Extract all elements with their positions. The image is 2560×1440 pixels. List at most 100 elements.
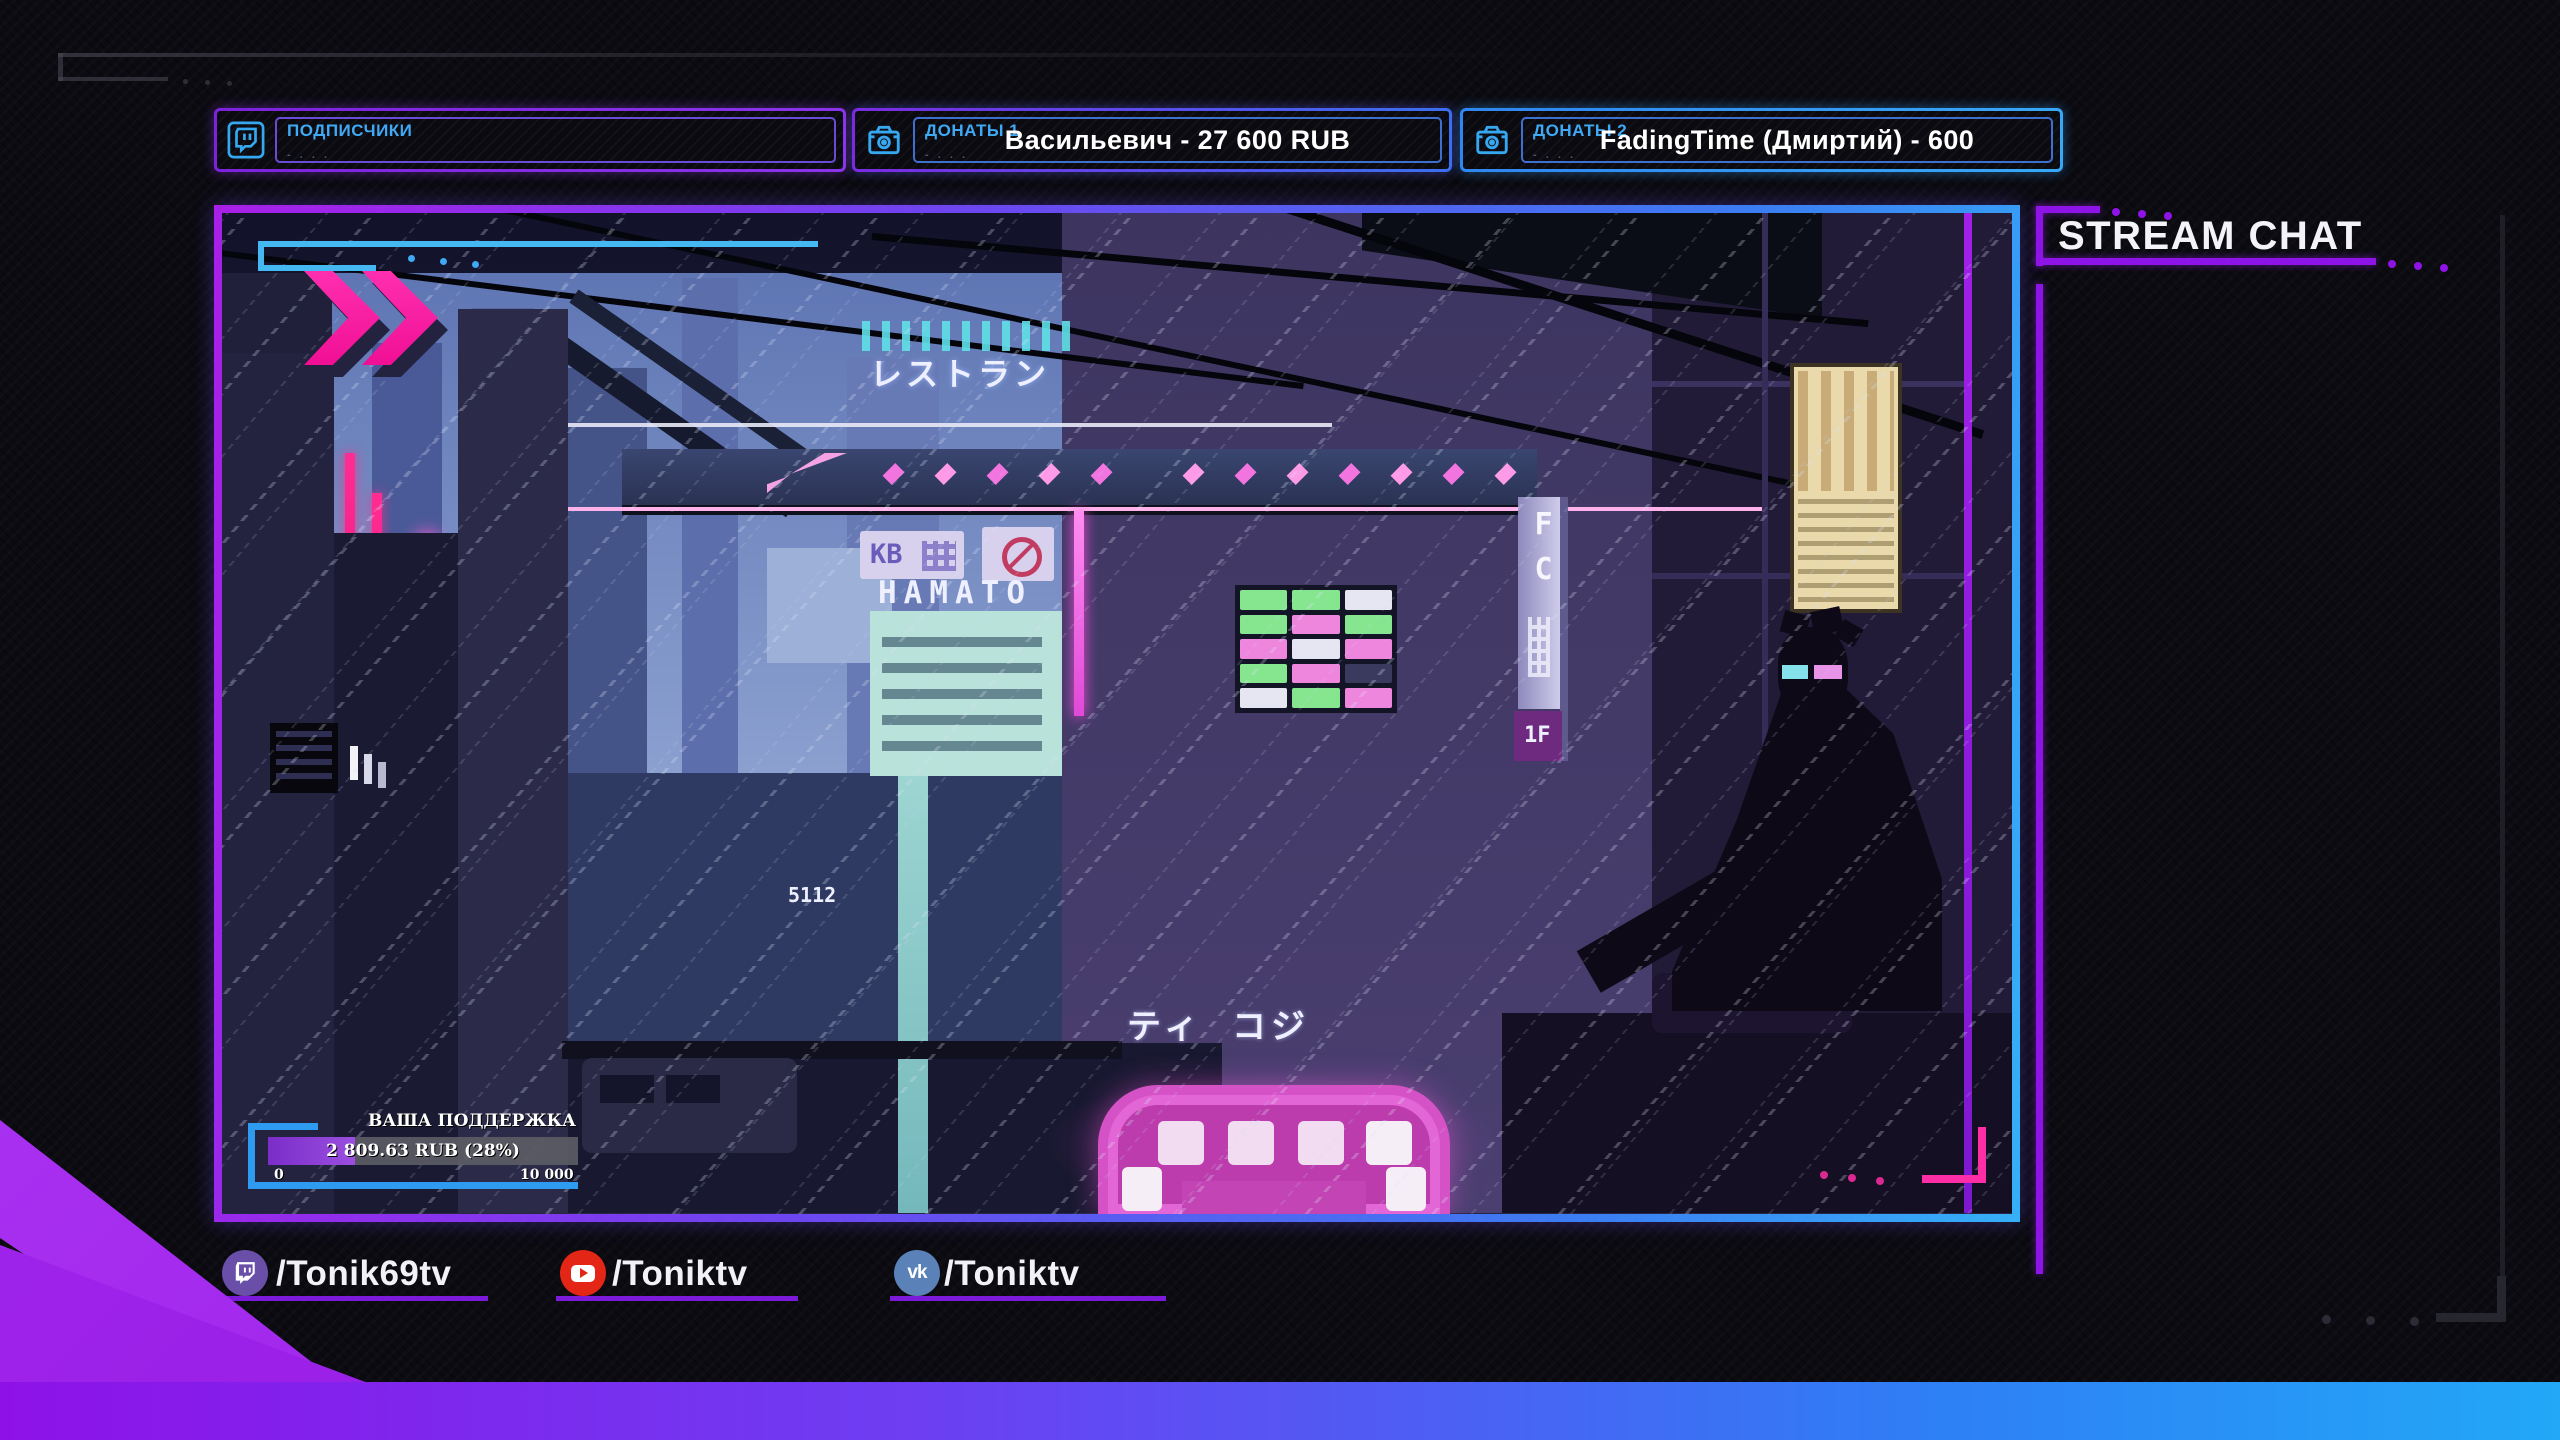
support-title: ВАША ПОДДЕРЖКА xyxy=(368,1111,576,1131)
decor xyxy=(227,81,232,86)
decor xyxy=(248,1182,578,1189)
decor xyxy=(1344,590,1392,610)
decor xyxy=(882,637,1042,767)
subscribers-panel: ПОДПИСЧИКИ - . . . xyxy=(275,117,836,163)
donations2-value: FadingTime (Дмиртий) - 600 xyxy=(1599,124,1975,155)
support-goal-widget: ВАША ПОДДЕРЖКА 2 809.63 RUB (28%) 0 10 0… xyxy=(248,1109,608,1201)
decor xyxy=(1240,639,1288,659)
decor xyxy=(567,368,647,773)
glasses-glow-left xyxy=(1782,665,1808,679)
decor xyxy=(243,133,252,140)
decor xyxy=(880,139,888,146)
decor xyxy=(1978,1127,1986,1183)
decor xyxy=(1122,1167,1162,1211)
decor xyxy=(276,731,332,785)
decor xyxy=(580,1268,588,1278)
chat-scrollbar[interactable] xyxy=(2500,215,2505,1290)
decor xyxy=(58,77,168,81)
decor xyxy=(1344,688,1392,708)
decor xyxy=(218,1296,488,1301)
decor xyxy=(2322,1315,2331,1324)
decor xyxy=(2036,206,2043,266)
decor xyxy=(248,1123,255,1189)
decor xyxy=(235,1262,255,1284)
decor xyxy=(1074,511,1084,716)
decor xyxy=(1344,639,1392,659)
decor xyxy=(235,1262,255,1284)
decor xyxy=(58,53,1558,57)
decor xyxy=(1240,614,1288,635)
decor xyxy=(562,507,1767,511)
donations2-widget-body: ДОНАТЫ 2 - . . . FadingTime (Дмиртий) - … xyxy=(1463,111,2060,169)
support-progress-track: 2 809.63 RUB (28%) xyxy=(268,1137,578,1165)
decor xyxy=(582,1058,797,1153)
decor xyxy=(2440,264,2448,272)
decor xyxy=(1798,499,1894,605)
hamato-sign: HAMATO xyxy=(878,575,1032,611)
decor xyxy=(1964,213,1972,1213)
decor xyxy=(1292,688,1340,708)
decor xyxy=(472,261,479,268)
decor xyxy=(1240,590,1288,610)
decor xyxy=(1240,663,1288,684)
restaurant-sign: レストラン xyxy=(870,355,1051,393)
decor xyxy=(562,423,1332,427)
decor xyxy=(2036,284,2043,1274)
decor xyxy=(862,321,1072,351)
youtube-icon xyxy=(560,1250,606,1296)
youtube-handle: /Toniktv xyxy=(612,1254,748,1293)
decor xyxy=(1488,139,1496,146)
subscribers-widget-body: ПОДПИСЧИКИ - . . . xyxy=(217,111,843,169)
donations1-widget: ДОНАТЫ 1 - . . . Васильевич - 27 600 RUB xyxy=(852,108,1452,172)
decor xyxy=(922,541,956,571)
decor xyxy=(408,255,415,262)
decor xyxy=(1292,639,1340,659)
subscribers-widget: ПОДПИСЧИКИ - . . . xyxy=(214,108,846,172)
decor xyxy=(1292,663,1340,684)
decor xyxy=(1292,590,1340,610)
fc-sign: FC xyxy=(1526,507,1561,597)
kb-sign: KB xyxy=(870,539,903,570)
decor xyxy=(898,761,928,1213)
decor xyxy=(1292,614,1340,635)
donation-box-icon xyxy=(868,125,900,155)
decor xyxy=(235,127,257,154)
decor xyxy=(571,1264,595,1282)
decor xyxy=(1158,1121,1204,1165)
decor xyxy=(556,1296,798,1301)
decor xyxy=(350,746,358,780)
decor xyxy=(458,309,568,1213)
decor xyxy=(2036,206,2100,213)
decor xyxy=(1386,1167,1426,1211)
support-progress-value: 2 809.63 RUB (28%) xyxy=(326,1141,520,1161)
subscribers-value xyxy=(277,119,834,161)
decor xyxy=(1502,1013,2012,1213)
decor xyxy=(562,1041,1122,1059)
donations2-panel: ДОНАТЫ 2 - . . . FadingTime (Дмиртий) - … xyxy=(1521,117,2053,163)
decor xyxy=(1848,1174,1856,1182)
stream-overlay-canvas: { "top_bar": { "widgets": [ {"label": "П… xyxy=(0,0,2560,1440)
decor xyxy=(682,278,738,773)
decor xyxy=(205,80,210,85)
decor xyxy=(440,258,447,265)
decor xyxy=(2366,1316,2375,1325)
decor xyxy=(600,1075,654,1103)
kana-sign-right: コジ xyxy=(1232,1007,1310,1047)
decor xyxy=(890,1296,1166,1301)
decor xyxy=(2388,260,2396,268)
scene-frame: レストラン KB HAMATO FC 1F 5112 ティ コジ ВАША ПО… xyxy=(214,205,2020,1222)
decor xyxy=(1798,371,1894,491)
fc-floor-sign: 1F xyxy=(1524,723,1551,748)
decor xyxy=(1876,1177,1884,1185)
decor xyxy=(1922,1175,1986,1183)
decor xyxy=(666,1075,720,1103)
decor xyxy=(2497,1276,2506,1322)
chat-title: STREAM CHAT xyxy=(2058,214,2363,258)
donations1-widget-body: ДОНАТЫ 1 - . . . Васильевич - 27 600 RUB xyxy=(855,111,1449,169)
bottom-gradient-bar xyxy=(0,1382,2560,1440)
decor: vk xyxy=(907,1262,927,1283)
decor xyxy=(1344,614,1392,635)
scene-windows xyxy=(1235,585,1397,713)
decor xyxy=(1298,1121,1344,1165)
kana-sign-left: ティ xyxy=(1127,1007,1203,1047)
